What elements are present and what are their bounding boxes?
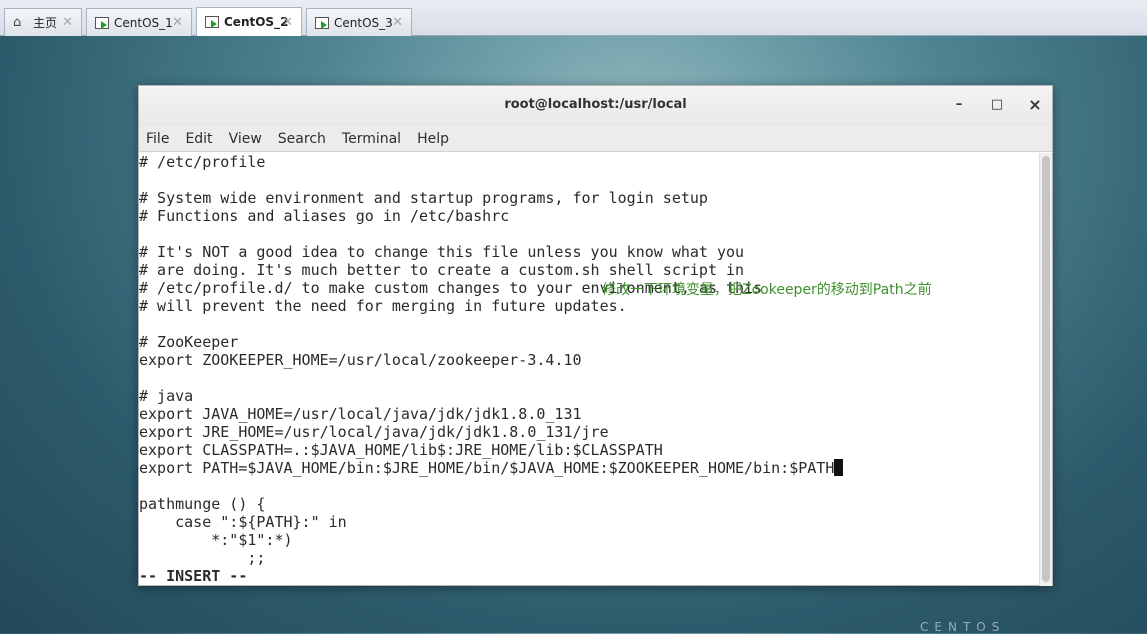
vm-icon <box>205 16 219 28</box>
title-bar[interactable]: root@localhost:/usr/local – □ × <box>139 86 1052 126</box>
tab-label: CentOS_3 <box>334 15 393 30</box>
close-tab-icon[interactable]: ✕ <box>282 15 293 30</box>
desktop-logo: CENTOS <box>920 620 1006 634</box>
menu-edit[interactable]: Edit <box>185 131 212 147</box>
terminal-line: export CLASSPATH=.:$JAVA_HOME/lib$:JRE_H… <box>139 441 663 459</box>
terminal-window: root@localhost:/usr/local – □ × File Edi… <box>138 85 1053 586</box>
minimize-button[interactable]: – <box>949 86 969 124</box>
terminal-line: *:"$1":*) <box>139 531 293 549</box>
terminal-line: # /etc/profile <box>139 153 266 171</box>
menu-view[interactable]: View <box>229 131 262 147</box>
terminal-line: # Functions and aliases go in /etc/bashr… <box>139 207 510 225</box>
close-tab-icon[interactable]: ✕ <box>62 15 73 30</box>
terminal-line: # ZooKeeper <box>139 333 239 351</box>
menu-file[interactable]: File <box>146 131 169 147</box>
terminal-line: export PATH=$JAVA_HOME/bin:$JRE_HOME/bin… <box>139 459 1040 477</box>
scrollbar[interactable] <box>1039 153 1052 586</box>
terminal-line: # are doing. It's much better to create … <box>139 261 745 279</box>
scrollbar-thumb[interactable] <box>1042 156 1050 582</box>
text-cursor <box>834 459 844 476</box>
close-button[interactable]: × <box>1025 86 1045 124</box>
terminal-line: ;; <box>139 549 266 567</box>
window-title: root@localhost:/usr/local <box>504 97 687 112</box>
terminal-line: export JRE_HOME=/usr/local/java/jdk/jdk1… <box>139 423 609 441</box>
terminal-line: export ZOOKEEPER_HOME=/usr/local/zookeep… <box>139 351 582 369</box>
tab-centos-1[interactable]: CentOS_1 ✕ <box>86 8 192 36</box>
menu-bar: File Edit View Search Terminal Help <box>139 126 1052 152</box>
terminal-content[interactable]: # /etc/profile # System wide environment … <box>139 153 1040 586</box>
tab-bar: ⌂ 主页 ✕ CentOS_1 ✕ CentOS_2 ✕ CentOS_3 ✕ <box>0 0 1147 36</box>
terminal-line: # It's NOT a good idea to change this fi… <box>139 243 745 261</box>
terminal-line: # System wide environment and startup pr… <box>139 189 708 207</box>
terminal-line: pathmunge () { <box>139 495 266 513</box>
close-tab-icon[interactable]: ✕ <box>392 15 403 30</box>
annotation-text: 修改一下环境变量，把Zookeeper的移动到Path之前 <box>602 282 932 298</box>
maximize-button[interactable]: □ <box>987 86 1007 124</box>
vim-mode-indicator: -- INSERT -- <box>139 567 248 585</box>
terminal-line: # java <box>139 387 194 405</box>
close-tab-icon[interactable]: ✕ <box>172 15 183 30</box>
menu-terminal[interactable]: Terminal <box>342 131 401 147</box>
menu-search[interactable]: Search <box>278 131 326 147</box>
tab-centos-2[interactable]: CentOS_2 ✕ <box>196 7 302 36</box>
tab-centos-3[interactable]: CentOS_3 ✕ <box>306 8 412 36</box>
vm-icon <box>95 16 109 29</box>
vm-icon <box>315 16 329 29</box>
menu-help[interactable]: Help <box>417 131 449 147</box>
terminal-line: # will prevent the need for merging in f… <box>139 297 627 315</box>
tab-label: CentOS_2 <box>224 15 289 29</box>
home-icon: ⌂ <box>13 14 22 30</box>
tab-label: CentOS_1 <box>114 15 173 30</box>
tab-home[interactable]: ⌂ 主页 ✕ <box>4 8 82 36</box>
terminal-line: case ":${PATH}:" in <box>139 513 347 531</box>
terminal-line: export JAVA_HOME=/usr/local/java/jdk/jdk… <box>139 405 582 423</box>
tab-label: 主页 <box>33 16 58 30</box>
